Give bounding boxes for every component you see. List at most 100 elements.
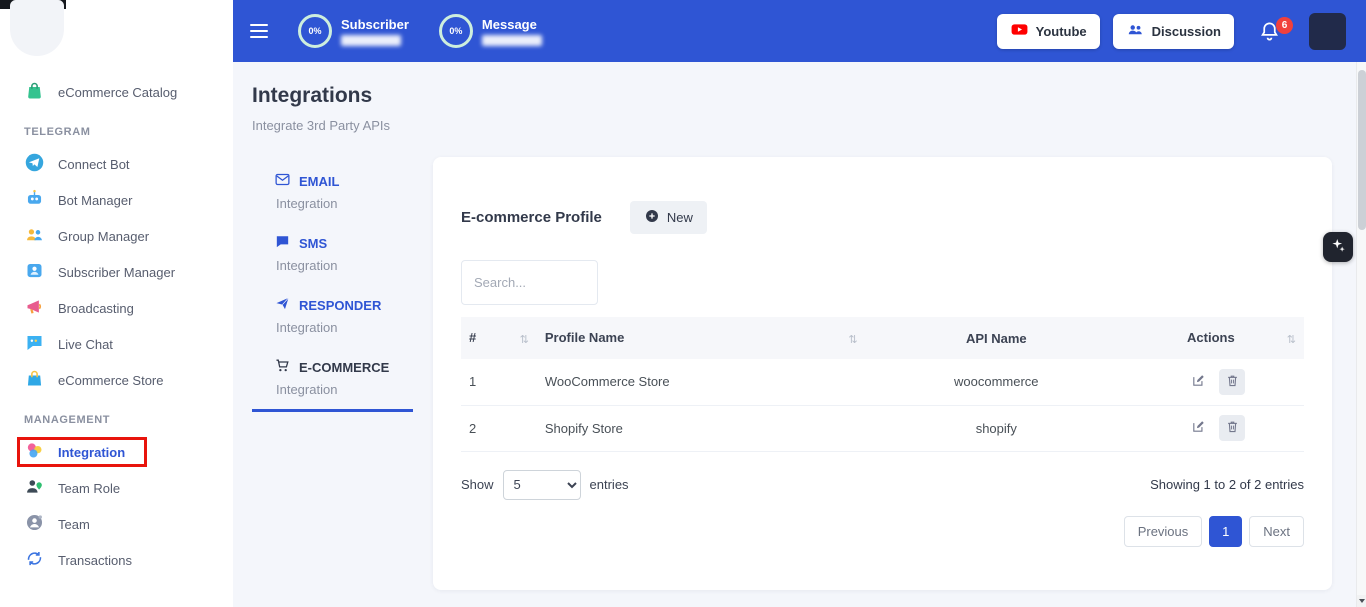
cell-api-name: shopify xyxy=(866,405,1127,451)
refresh-arrows-icon xyxy=(24,548,45,572)
user-circle-icon xyxy=(24,512,45,536)
sidebar-item-connect-bot[interactable]: Connect Bot xyxy=(0,146,233,182)
cell-profile-name: WooCommerce Store xyxy=(537,359,866,405)
message-progress-ring: 0% xyxy=(439,14,473,48)
search-input[interactable] xyxy=(461,260,598,305)
cell-num: 1 xyxy=(461,359,537,405)
user-avatar[interactable] xyxy=(1309,13,1346,50)
table-header-row: #⇅ Profile Name⇅ API Name Actions⇅ xyxy=(461,317,1304,359)
edit-icon xyxy=(1191,373,1206,391)
sidebar-section-telegram: TELEGRAM xyxy=(0,110,233,146)
cell-api-name: woocommerce xyxy=(866,359,1127,405)
youtube-button[interactable]: Youtube xyxy=(997,14,1100,49)
column-header-profile-name[interactable]: Profile Name⇅ xyxy=(537,317,866,359)
integration-dots-icon xyxy=(24,440,45,464)
sidebar-item-label: Broadcasting xyxy=(58,301,134,316)
subnav-email-integration[interactable]: EMAIL Integration xyxy=(252,165,413,223)
subscriber-stat-label: Subscriber xyxy=(341,17,409,32)
subnav-title: E-COMMERCE xyxy=(299,360,389,375)
delete-button[interactable] xyxy=(1219,369,1245,395)
entries-label: entries xyxy=(590,477,629,492)
plus-circle-icon xyxy=(644,208,660,227)
edit-icon xyxy=(1191,419,1206,437)
cart-icon xyxy=(274,357,291,377)
sidebar-item-broadcasting[interactable]: Broadcasting xyxy=(0,290,233,326)
youtube-icon xyxy=(1010,20,1029,42)
table-row: 1 WooCommerce Store woocommerce xyxy=(461,359,1304,405)
cell-actions xyxy=(1127,405,1304,451)
megaphone-icon xyxy=(24,296,45,320)
sidebar-item-label: Connect Bot xyxy=(58,157,130,172)
table-row: 2 Shopify Store shopify xyxy=(461,405,1304,451)
subnav-title: SMS xyxy=(299,236,327,251)
sidebar-item-label: Group Manager xyxy=(58,229,149,244)
logo-placeholder xyxy=(10,0,64,56)
delete-button[interactable] xyxy=(1219,415,1245,441)
sidebar-item-group-manager[interactable]: Group Manager xyxy=(0,218,233,254)
subnav-subtitle: Integration xyxy=(276,382,413,397)
entries-summary: Showing 1 to 2 of 2 entries xyxy=(1150,477,1304,492)
sidebar-item-ecommerce-store[interactable]: eCommerce Store xyxy=(0,362,233,398)
user-pin-icon xyxy=(24,476,45,500)
subnav-title: RESPONDER xyxy=(299,298,381,313)
edit-button[interactable] xyxy=(1185,415,1211,441)
sidebar-item-team-role[interactable]: Team Role xyxy=(0,470,233,506)
subnav-sms-integration[interactable]: SMS Integration xyxy=(252,227,413,285)
subnav-subtitle: Integration xyxy=(276,258,413,273)
new-profile-button[interactable]: New xyxy=(630,201,707,234)
subnav-responder-integration[interactable]: RESPONDER Integration xyxy=(252,289,413,347)
scrollbar-thumb[interactable] xyxy=(1358,70,1366,230)
previous-page-button[interactable]: Previous xyxy=(1124,516,1203,547)
sidebar-item-label: Transactions xyxy=(58,553,132,568)
sidebar-item-ecommerce-catalog[interactable]: eCommerce Catalog xyxy=(0,74,233,110)
shopping-bag-icon xyxy=(24,80,45,104)
sidebar-section-management: MANAGEMENT xyxy=(0,398,233,434)
sparkle-icon xyxy=(1329,236,1347,259)
notification-count-badge: 6 xyxy=(1276,17,1293,34)
topbar: 0% Subscriber 0% Message Youtube Discuss… xyxy=(233,0,1366,62)
page-1-button[interactable]: 1 xyxy=(1209,516,1242,547)
users-icon xyxy=(24,224,45,248)
next-page-button[interactable]: Next xyxy=(1249,516,1304,547)
page-size-select[interactable]: 5 xyxy=(503,470,581,500)
column-header-actions[interactable]: Actions⇅ xyxy=(1127,317,1304,359)
subnav-subtitle: Integration xyxy=(276,320,413,335)
discussion-users-icon xyxy=(1126,20,1145,42)
cell-num: 2 xyxy=(461,405,537,451)
column-header-num[interactable]: #⇅ xyxy=(461,317,537,359)
sidebar-item-live-chat[interactable]: Live Chat xyxy=(0,326,233,362)
sidebar-item-transactions[interactable]: Transactions xyxy=(0,542,233,578)
chat-bubble-icon xyxy=(24,332,45,356)
message-stat: 0% Message xyxy=(439,14,542,48)
store-bag-icon xyxy=(24,368,45,392)
sidebar-item-label: Bot Manager xyxy=(58,193,132,208)
assistant-floating-button[interactable] xyxy=(1323,232,1353,262)
page-title: Integrations xyxy=(252,84,1332,108)
page-subtitle: Integrate 3rd Party APIs xyxy=(252,118,1332,133)
sort-icon: ⇅ xyxy=(1287,333,1296,346)
ecommerce-profile-card: E-commerce Profile New #⇅ Profile Name⇅ xyxy=(433,157,1332,590)
column-header-api-name[interactable]: API Name xyxy=(866,317,1127,359)
discussion-button[interactable]: Discussion xyxy=(1113,14,1234,49)
envelope-icon xyxy=(274,171,291,191)
sidebar-item-label: eCommerce Store xyxy=(58,373,163,388)
hamburger-menu-icon[interactable] xyxy=(250,24,268,38)
telegram-icon xyxy=(24,152,45,176)
send-icon xyxy=(274,295,291,315)
sidebar-item-integration[interactable]: Integration xyxy=(0,434,233,470)
sidebar-item-team[interactable]: Team xyxy=(0,506,233,542)
edit-button[interactable] xyxy=(1185,369,1211,395)
show-label: Show xyxy=(461,477,494,492)
subscriber-stat-value-blurred xyxy=(341,35,401,46)
card-heading: E-commerce Profile xyxy=(461,209,602,226)
app-root: eCommerce Catalog TELEGRAM Connect Bot B… xyxy=(0,0,1366,607)
cell-profile-name: Shopify Store xyxy=(537,405,866,451)
notifications-button[interactable]: 6 xyxy=(1258,20,1281,43)
scroll-down-arrow[interactable] xyxy=(1357,595,1366,607)
sidebar-item-bot-manager[interactable]: Bot Manager xyxy=(0,182,233,218)
sms-bubble-icon xyxy=(274,233,291,253)
sidebar-item-subscriber-manager[interactable]: Subscriber Manager xyxy=(0,254,233,290)
subnav-ecommerce-integration[interactable]: E-COMMERCE Integration xyxy=(252,351,413,412)
youtube-button-label: Youtube xyxy=(1036,24,1087,39)
subscriber-stat: 0% Subscriber xyxy=(298,14,409,48)
